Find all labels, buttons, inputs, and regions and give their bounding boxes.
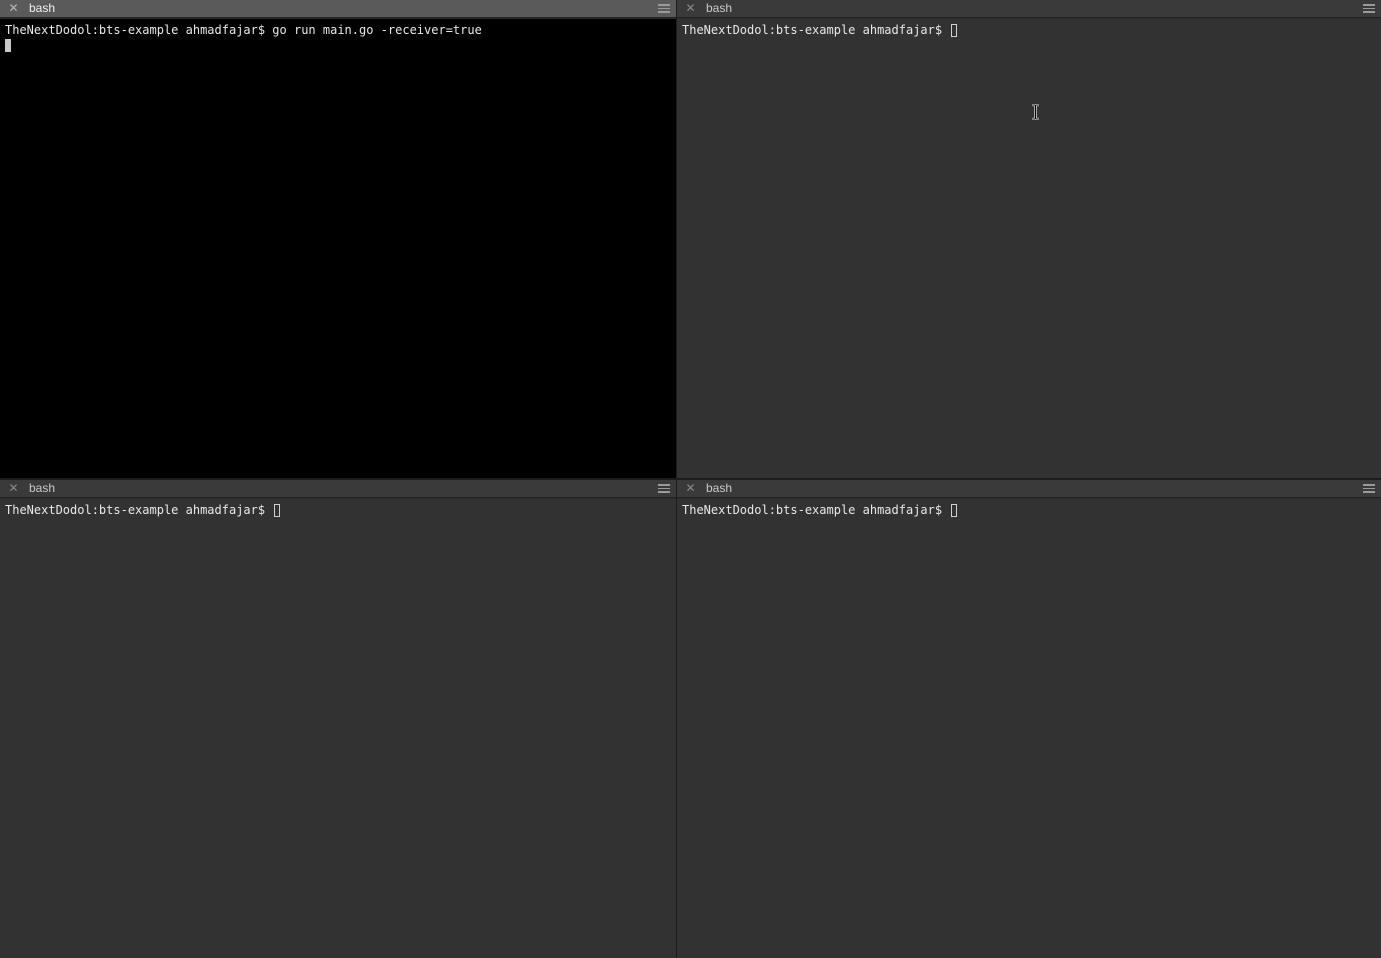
terminal-output[interactable]: TheNextDodol:bts-example ahmadfajar$ [677,19,1381,478]
pane-tab-bar: ✕ bash [677,0,1381,18]
tab-title[interactable]: bash [29,1,55,16]
terminal-prompt-line: TheNextDodol:bts-example ahmadfajar$ [5,502,671,518]
prompt-text: TheNextDodol:bts-example ahmadfajar$ [682,23,943,37]
tab-title[interactable]: bash [706,481,732,496]
terminal-cursor [951,504,958,517]
close-icon[interactable]: ✕ [684,482,697,495]
text-ibeam-cursor-icon [1032,104,1039,120]
hamburger-menu-icon[interactable] [1363,484,1375,494]
hamburger-menu-icon[interactable] [658,484,670,494]
terminal-prompt-line: TheNextDodol:bts-example ahmadfajar$ [682,502,1376,518]
terminal-pane-bottom-left[interactable]: ✕ bash TheNextDodol:bts-example ahmadfaj… [0,480,676,958]
terminal-output[interactable]: TheNextDodol:bts-example ahmadfajar$ [677,499,1381,958]
hamburger-menu-icon[interactable] [658,4,670,14]
terminal-cursor [5,39,11,52]
prompt-text: TheNextDodol:bts-example ahmadfajar$ [682,503,943,517]
pane-tab-bar: ✕ bash [677,480,1381,498]
terminal-output[interactable]: TheNextDodol:bts-example ahmadfajar$ [0,499,676,958]
hamburger-menu-icon[interactable] [1363,4,1375,14]
terminal-split-grid: ✕ bash TheNextDodol:bts-example ahmadfaj… [0,0,1381,958]
tab-title[interactable]: bash [706,1,732,16]
close-icon[interactable]: ✕ [7,2,20,15]
terminal-prompt-line: TheNextDodol:bts-example ahmadfajar$ [682,22,1376,38]
terminal-pane-bottom-right[interactable]: ✕ bash TheNextDodol:bts-example ahmadfaj… [677,480,1381,958]
pane-divider-horizontal[interactable] [0,478,1381,480]
terminal-pane-top-left[interactable]: ✕ bash TheNextDodol:bts-example ahmadfaj… [0,0,676,478]
terminal-command-line: TheNextDodol:bts-example ahmadfajar$ go … [5,23,482,37]
prompt-text: TheNextDodol:bts-example ahmadfajar$ [5,503,266,517]
terminal-cursor [951,24,958,37]
close-icon[interactable]: ✕ [684,2,697,15]
terminal-cursor [274,504,281,517]
tab-title[interactable]: bash [29,481,55,496]
terminal-output[interactable]: TheNextDodol:bts-example ahmadfajar$ go … [0,19,676,478]
pane-tab-bar: ✕ bash [0,0,676,18]
pane-tab-bar: ✕ bash [0,480,676,498]
close-icon[interactable]: ✕ [7,482,20,495]
terminal-pane-top-right[interactable]: ✕ bash TheNextDodol:bts-example ahmadfaj… [677,0,1381,478]
